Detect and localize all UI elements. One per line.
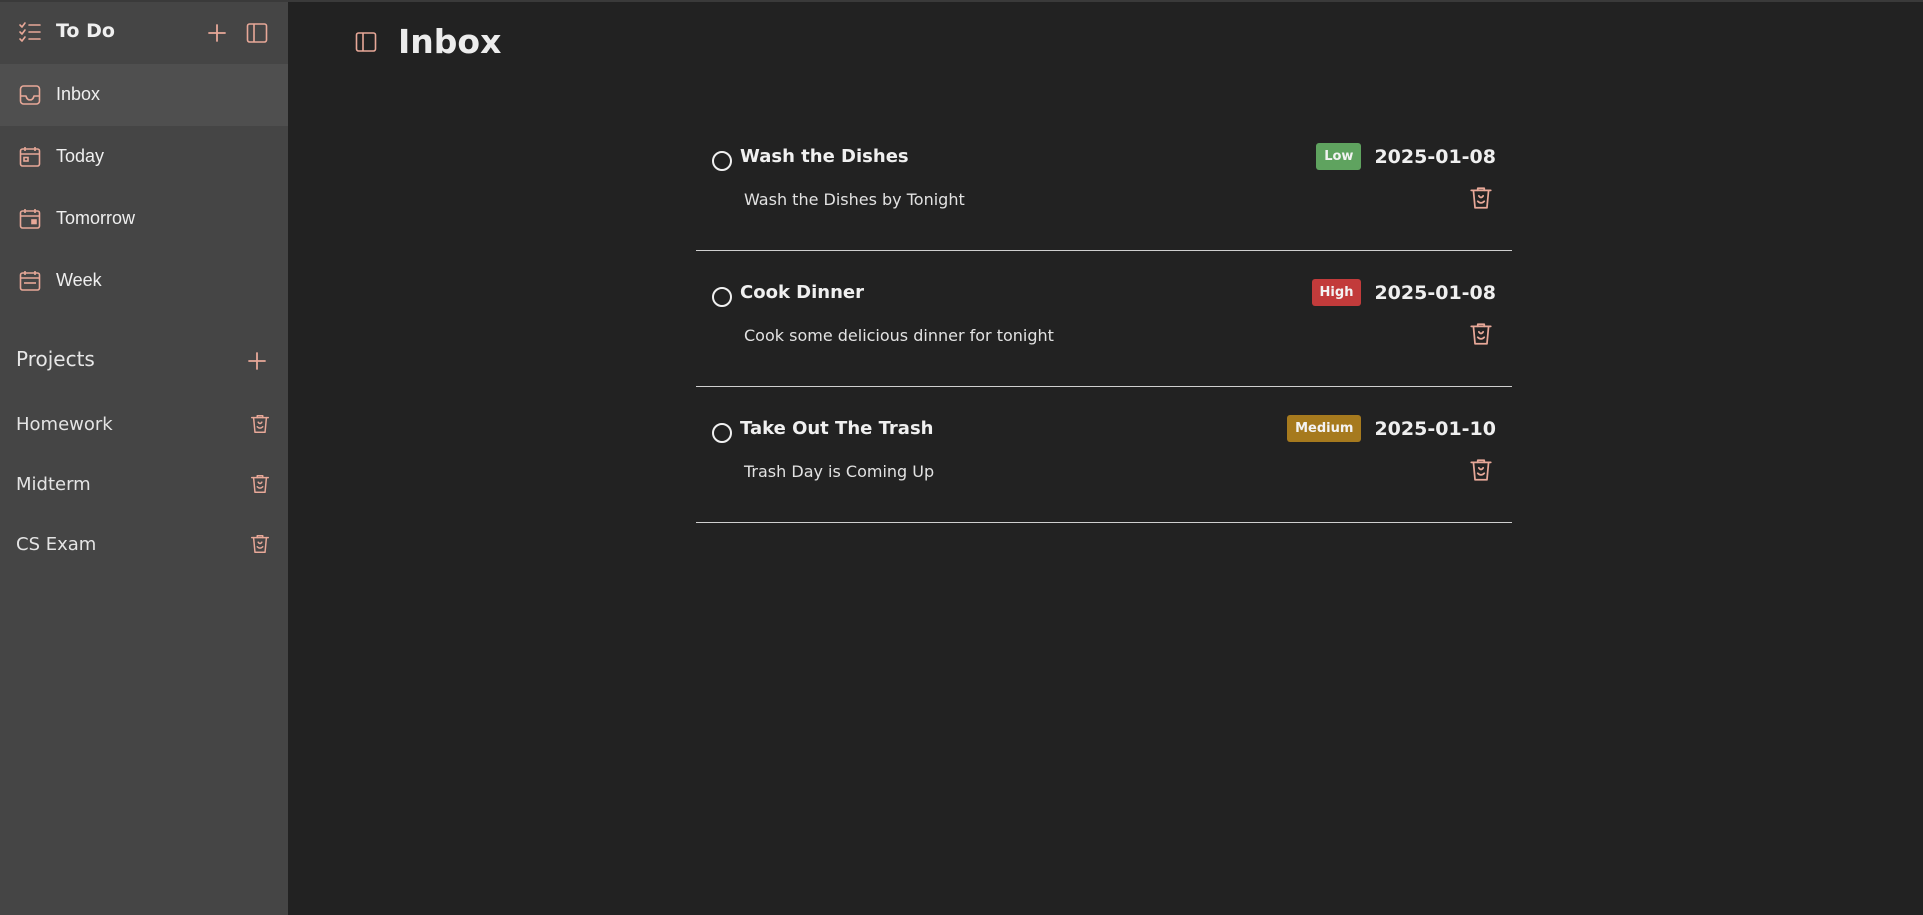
trash-icon[interactable] — [1468, 457, 1494, 487]
sidebar-toggle-icon[interactable] — [245, 21, 269, 49]
add-project-button[interactable] — [245, 349, 269, 377]
complete-checkbox[interactable] — [712, 423, 732, 443]
nav-label: Inbox — [56, 84, 101, 104]
project-item-midterm[interactable]: Midterm — [0, 465, 288, 505]
nav-item-tomorrow[interactable]: Tomorrow — [0, 188, 288, 250]
task-title: Take Out The Trash — [740, 418, 934, 439]
task-meta: High 2025-01-08 — [1311, 279, 1496, 306]
task-description: Trash Day is Coming Up — [744, 462, 935, 481]
trash-icon[interactable] — [1468, 321, 1494, 351]
trash-icon[interactable] — [249, 473, 271, 499]
project-label: Homework — [16, 414, 113, 435]
due-date: 2025-01-08 — [1374, 281, 1496, 304]
sidebar: To Do Inbox Today Tomorrow Week Projects… — [0, 2, 288, 915]
app: To Do Inbox Today Tomorrow Week Projects… — [0, 0, 1923, 915]
task-description: Cook some delicious dinner for tonight — [744, 326, 1054, 345]
nav-item-today[interactable]: Today — [0, 126, 288, 188]
complete-checkbox[interactable] — [712, 287, 732, 307]
priority-badge: High — [1311, 279, 1362, 306]
nav-label: Week — [56, 270, 102, 290]
nav-label: Tomorrow — [56, 208, 136, 228]
sidebar-header: To Do — [0, 2, 288, 64]
task-item: Wash the Dishes Low 2025-01-08 Wash the … — [696, 115, 1512, 251]
nav-item-inbox[interactable]: Inbox — [0, 64, 288, 126]
due-date: 2025-01-10 — [1374, 417, 1496, 440]
nav-label: Today — [56, 146, 105, 166]
project-label: Midterm — [16, 474, 91, 495]
calendar-today-icon — [18, 145, 42, 173]
project-item-cs-exam[interactable]: CS Exam — [0, 525, 288, 565]
inbox-icon — [18, 83, 42, 111]
checklist-icon — [18, 21, 42, 49]
add-todo-button[interactable] — [205, 21, 229, 49]
page-title: Inbox — [398, 22, 502, 61]
app-title: To Do — [56, 20, 115, 42]
trash-icon[interactable] — [1468, 185, 1494, 215]
task-meta: Medium 2025-01-10 — [1287, 415, 1496, 442]
project-label: CS Exam — [16, 534, 97, 555]
projects-header: Projects — [0, 342, 288, 378]
nav-item-week[interactable]: Week — [0, 250, 288, 312]
task-meta: Low 2025-01-08 — [1316, 143, 1496, 170]
task-title: Wash the Dishes — [740, 146, 909, 167]
calendar-week-icon — [18, 269, 42, 297]
trash-icon[interactable] — [249, 413, 271, 439]
calendar-tomorrow-icon — [18, 207, 42, 235]
due-date: 2025-01-08 — [1374, 145, 1496, 168]
sidebar-toggle-icon[interactable] — [354, 30, 378, 58]
priority-badge: Low — [1316, 143, 1362, 170]
task-item: Take Out The Trash Medium 2025-01-10 Tra… — [696, 387, 1512, 523]
trash-icon[interactable] — [249, 533, 271, 559]
task-item: Cook Dinner High 2025-01-08 Cook some de… — [696, 251, 1512, 387]
main-content: Inbox Wash the Dishes Low 2025-01-08 Was… — [288, 2, 1923, 915]
projects-title: Projects — [16, 347, 95, 371]
complete-checkbox[interactable] — [712, 151, 732, 171]
task-description: Wash the Dishes by Tonight — [744, 190, 965, 209]
task-title: Cook Dinner — [740, 282, 865, 303]
priority-badge: Medium — [1287, 415, 1362, 442]
project-item-homework[interactable]: Homework — [0, 405, 288, 445]
